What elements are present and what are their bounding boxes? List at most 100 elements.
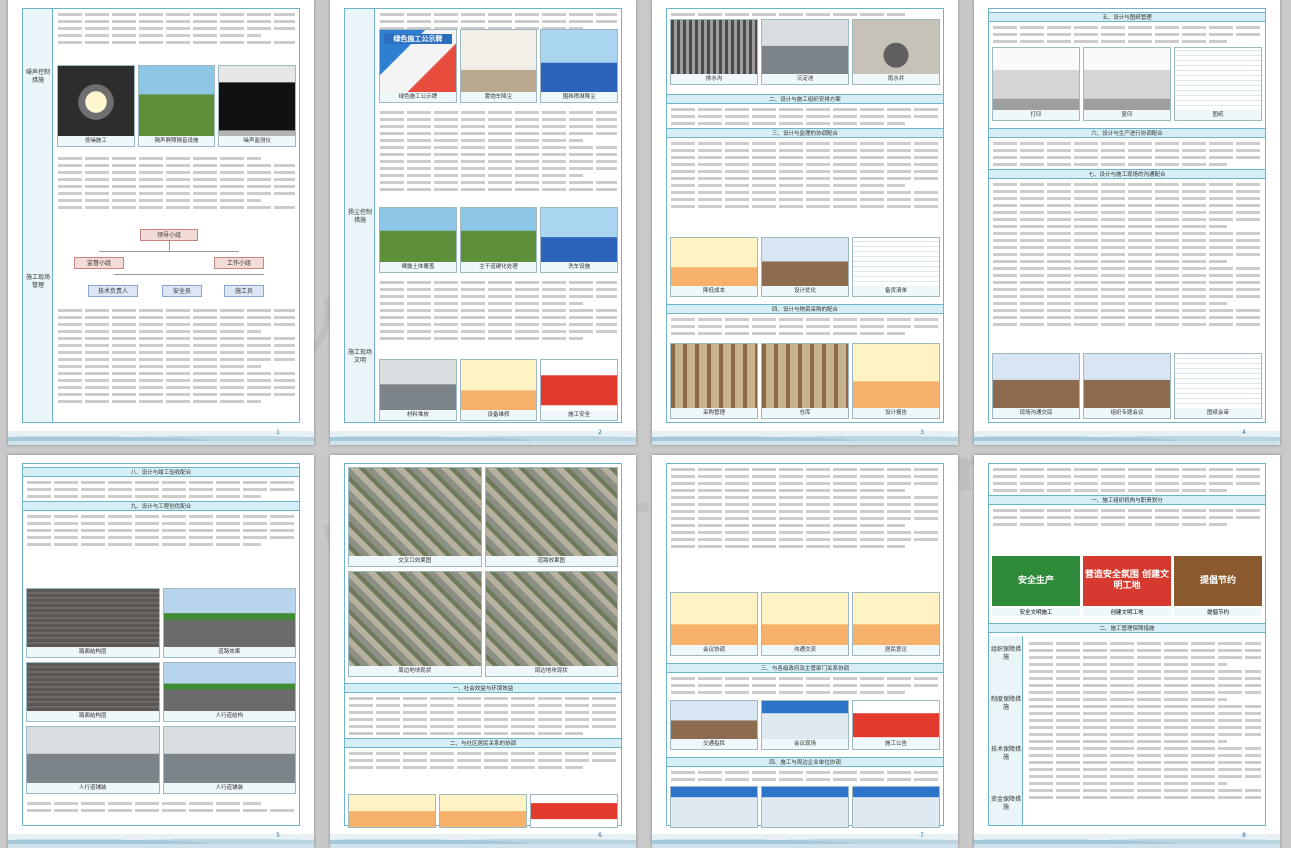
photo-drawing: 图纸 — [1174, 47, 1262, 121]
document-page-6[interactable]: 交叉口效果图 道路效果图 周边地块现状 周边地块现状 一、社会效益与环境效益 二… — [330, 455, 636, 848]
document-page-7[interactable]: 会议协调 沟通交流 居民意见 三、与各级政府及主管部门关系协调 交通指挥 会议现… — [652, 455, 958, 848]
photo-row: 路面结构层 人行道结构 — [26, 662, 296, 722]
text-line — [671, 115, 939, 118]
text-line — [349, 759, 617, 762]
section-heading: 七、设计与施工现场的沟通配合 — [989, 169, 1265, 179]
document-page-8[interactable]: 一、施工组织机构与职责划分 安全生产 营造安全氛围 创建文明工地 提倡节约 安全… — [974, 455, 1280, 848]
photo-sprinkler: 围挡喷淋降尘 — [540, 29, 619, 103]
section-heading: 八、设计与竣工验收配合 — [23, 467, 299, 477]
photo-list: 备货清单 — [852, 237, 940, 297]
text-line — [380, 309, 617, 312]
photo-notice: 施工公告 — [852, 700, 940, 750]
text-line — [58, 337, 295, 340]
photo-review: 图纸会审 — [1174, 353, 1262, 419]
page-number: 2 — [598, 429, 602, 436]
diagram-connector — [99, 251, 239, 252]
photo-caption: 雨水井 — [853, 74, 939, 84]
photo-rain-well: 雨水井 — [852, 19, 940, 85]
page-body: 排水沟 沉淀池 雨水井 二、设计与施工组织安排方案 三、设计与监理的协调配合 降… — [667, 9, 943, 422]
document-page-4[interactable]: 五、设计与图纸管理 打印 复印 图纸 六、设计与生产进行协调配合 七、设计与施工… — [974, 0, 1280, 445]
text-line — [993, 323, 1261, 326]
photo-cover: 裸露土体覆盖 — [379, 207, 457, 273]
photo-caption: 设备维修 — [460, 410, 537, 420]
text-line — [993, 267, 1261, 270]
photo-row: 会议协调 沟通交流 居民意见 — [670, 592, 940, 656]
text-line — [671, 149, 939, 152]
slogan-civil: 营造安全氛围 创建文明工地 — [1083, 556, 1171, 606]
document-page-5[interactable]: 八、设计与竣工验收配合 九、设计与工程创优配合 路面结构层 道路效果 路面结构层… — [8, 455, 314, 848]
photo-caption: 裸露土体覆盖 — [380, 262, 456, 272]
text-line — [671, 489, 905, 492]
document-page-1[interactable]: 噪声控制措施 施工现场管理 低噪施工 隔声屏障隔音设施 噪声监测仪 领导小组 监… — [8, 0, 314, 445]
text-line — [380, 281, 617, 284]
text-line — [58, 358, 295, 361]
text-line — [380, 288, 617, 291]
section-heading: 二、施工管理保障措施 — [989, 623, 1265, 633]
text-block — [376, 277, 621, 340]
slogan-row: 安全生产 营造安全氛围 创建文明工地 提倡节约 — [992, 556, 1262, 606]
text-line — [1029, 684, 1261, 687]
photo-caption: 图纸会审 — [1175, 408, 1261, 418]
text-line — [671, 198, 939, 201]
text-line — [58, 372, 295, 375]
text-line — [58, 171, 295, 174]
page-footer: 8 — [974, 828, 1280, 848]
text-line — [993, 295, 1261, 298]
document-page-2[interactable]: 扬尘控制措施 施工现场文明 绿色施工公示牌 绿色施工公示牌 雾炮车降尘 围挡喷淋… — [330, 0, 636, 445]
photo-caption: 施工公告 — [853, 739, 939, 749]
page-body: 一、施工组织机构与职责划分 安全生产 营造安全氛围 创建文明工地 提倡节约 安全… — [989, 464, 1265, 825]
section-heading: 四、施工与周边企业单位协调 — [667, 757, 943, 767]
text-line — [671, 778, 939, 781]
text-line — [380, 188, 617, 191]
section-block: 四、施工与周边企业单位协调 — [667, 754, 943, 781]
text-line — [993, 309, 1261, 312]
page-footer: 3 — [652, 425, 958, 445]
text-line — [58, 157, 261, 160]
text-line — [671, 503, 939, 506]
text-line — [58, 379, 295, 382]
footer-wave — [974, 433, 1280, 441]
text-line — [993, 523, 1227, 526]
photo-meeting: 组织专题会议 — [1083, 353, 1171, 419]
photo-row: 材料堆放 设备维修 施工安全 — [379, 359, 619, 421]
photo-row: 周边地块现状 周边地块现状 — [348, 571, 618, 677]
photo-row: 交通指挥 会议现场 施工公告 — [670, 700, 940, 750]
photo-cartoon — [348, 794, 436, 828]
photo-aerial: 周边地块现状 — [348, 571, 482, 677]
page-body: 五、设计与图纸管理 打印 复印 图纸 六、设计与生产进行协调配合 七、设计与施工… — [989, 9, 1265, 422]
text-line — [671, 205, 939, 208]
text-line — [27, 536, 295, 539]
page-frame: 扬尘控制措施 施工现场文明 绿色施工公示牌 绿色施工公示牌 雾炮车降尘 围挡喷淋… — [344, 8, 622, 423]
photo-caption: 洗车设施 — [541, 262, 618, 272]
photo-aerial: 道路效果图 — [484, 467, 618, 567]
text-line — [1029, 726, 1261, 729]
section-heading: 二、设计与施工组织安排方案 — [667, 94, 943, 104]
text-line — [1029, 775, 1261, 778]
photo-warehouse: 仓库 — [761, 343, 849, 419]
section-block: 二、施工管理保障措施 — [989, 620, 1265, 633]
page-number: 7 — [920, 832, 924, 839]
text-line — [993, 516, 1261, 519]
section-heading: 四、设计与物资采购的配合 — [667, 304, 943, 314]
photo-road: 道路效果 — [162, 588, 296, 658]
text-line — [671, 468, 939, 471]
photo-caption: 道路效果 — [163, 647, 295, 657]
document-page-3[interactable]: 排水沟 沉淀池 雨水井 二、设计与施工组织安排方案 三、设计与监理的协调配合 降… — [652, 0, 958, 445]
text-block — [54, 305, 299, 403]
text-line — [380, 132, 617, 135]
page-body: 低噪施工 隔声屏障隔音设施 噪声监测仪 领导小组 监督小组 工作小组 技术负责人… — [54, 9, 299, 422]
side-label-noise: 噪声控制措施 — [25, 69, 50, 84]
caption-row: 安全文明施工 创建文明工地 提倡节约 — [992, 608, 1262, 616]
photo-caption: 沉淀池 — [762, 74, 848, 84]
text-line — [380, 302, 583, 305]
photo-caption: 雾炮车降尘 — [460, 92, 537, 102]
side-label-site: 施工现场管理 — [25, 274, 50, 289]
text-line — [993, 211, 1261, 214]
photo-caption: 人行道铺装 — [163, 783, 295, 793]
text-line — [993, 482, 1261, 485]
text-line — [993, 288, 1261, 291]
text-line — [1029, 740, 1227, 743]
text-line — [671, 184, 905, 187]
text-line — [380, 20, 617, 23]
slogan-save: 提倡节约 — [1174, 556, 1262, 606]
